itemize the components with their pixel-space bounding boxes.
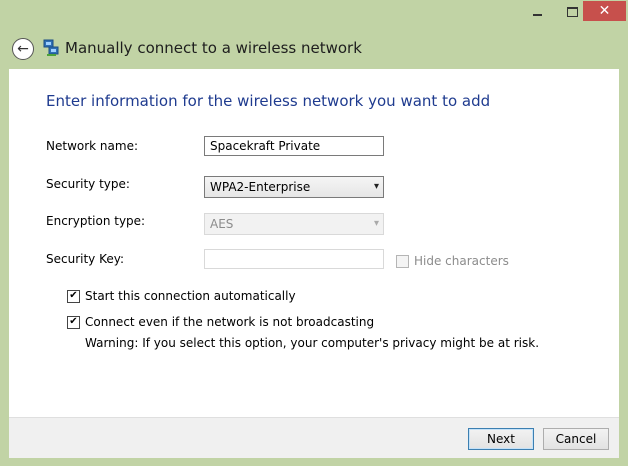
window-title: Manually connect to a wireless network (65, 39, 362, 57)
privacy-warning: Warning: If you select this option, your… (85, 336, 540, 350)
back-arrow-icon: ← (17, 40, 29, 57)
security-type-value: WPA2-Enterprise (210, 180, 311, 194)
minimize-button[interactable] (520, 1, 554, 22)
network-icon (43, 39, 59, 56)
dialog-window: ✕ ← Manually connect to a wireless netwo… (0, 0, 628, 466)
encryption-type-label: Encryption type: (46, 214, 146, 228)
encryption-type-value: AES (210, 217, 234, 231)
chevron-down-icon: ▾ (373, 181, 379, 192)
security-type-label: Security type: (46, 177, 130, 191)
checkmark-icon: ✔ (67, 315, 80, 329)
minimize-icon (532, 13, 542, 16)
content-panel: Enter information for the wireless netwo… (9, 69, 619, 417)
connect-not-broadcasting-label: Connect even if the network is not broad… (85, 315, 375, 329)
maximize-icon (566, 6, 578, 17)
start-automatically-label: Start this connection automatically (85, 289, 296, 303)
close-icon: ✕ (598, 3, 611, 19)
connect-not-broadcasting-checkbox[interactable]: ✔ Connect even if the network is not bro… (67, 315, 374, 329)
chevron-down-icon: ▾ (373, 218, 379, 229)
security-type-select[interactable]: WPA2-Enterprise ▾ (204, 176, 384, 198)
hide-characters-checkbox[interactable]: Hide characters (396, 254, 509, 268)
checkmark-icon: ✔ (67, 289, 80, 303)
hide-characters-label: Hide characters (414, 254, 509, 268)
checkbox-icon (396, 254, 409, 268)
cancel-button[interactable]: Cancel (543, 428, 609, 450)
security-key-label: Security Key: (46, 252, 125, 266)
network-name-label: Network name: (46, 139, 138, 153)
next-button[interactable]: Next (468, 428, 534, 450)
security-key-input[interactable] (204, 249, 384, 269)
back-button[interactable]: ← (12, 38, 34, 60)
network-name-input[interactable]: Spacekraft Private (204, 136, 384, 156)
close-button[interactable]: ✕ (583, 1, 626, 21)
encryption-type-select[interactable]: AES ▾ (204, 213, 384, 235)
start-automatically-checkbox[interactable]: ✔ Start this connection automatically (67, 289, 296, 303)
page-heading: Enter information for the wireless netwo… (46, 92, 491, 110)
dialog-footer: Next Cancel (9, 417, 619, 458)
